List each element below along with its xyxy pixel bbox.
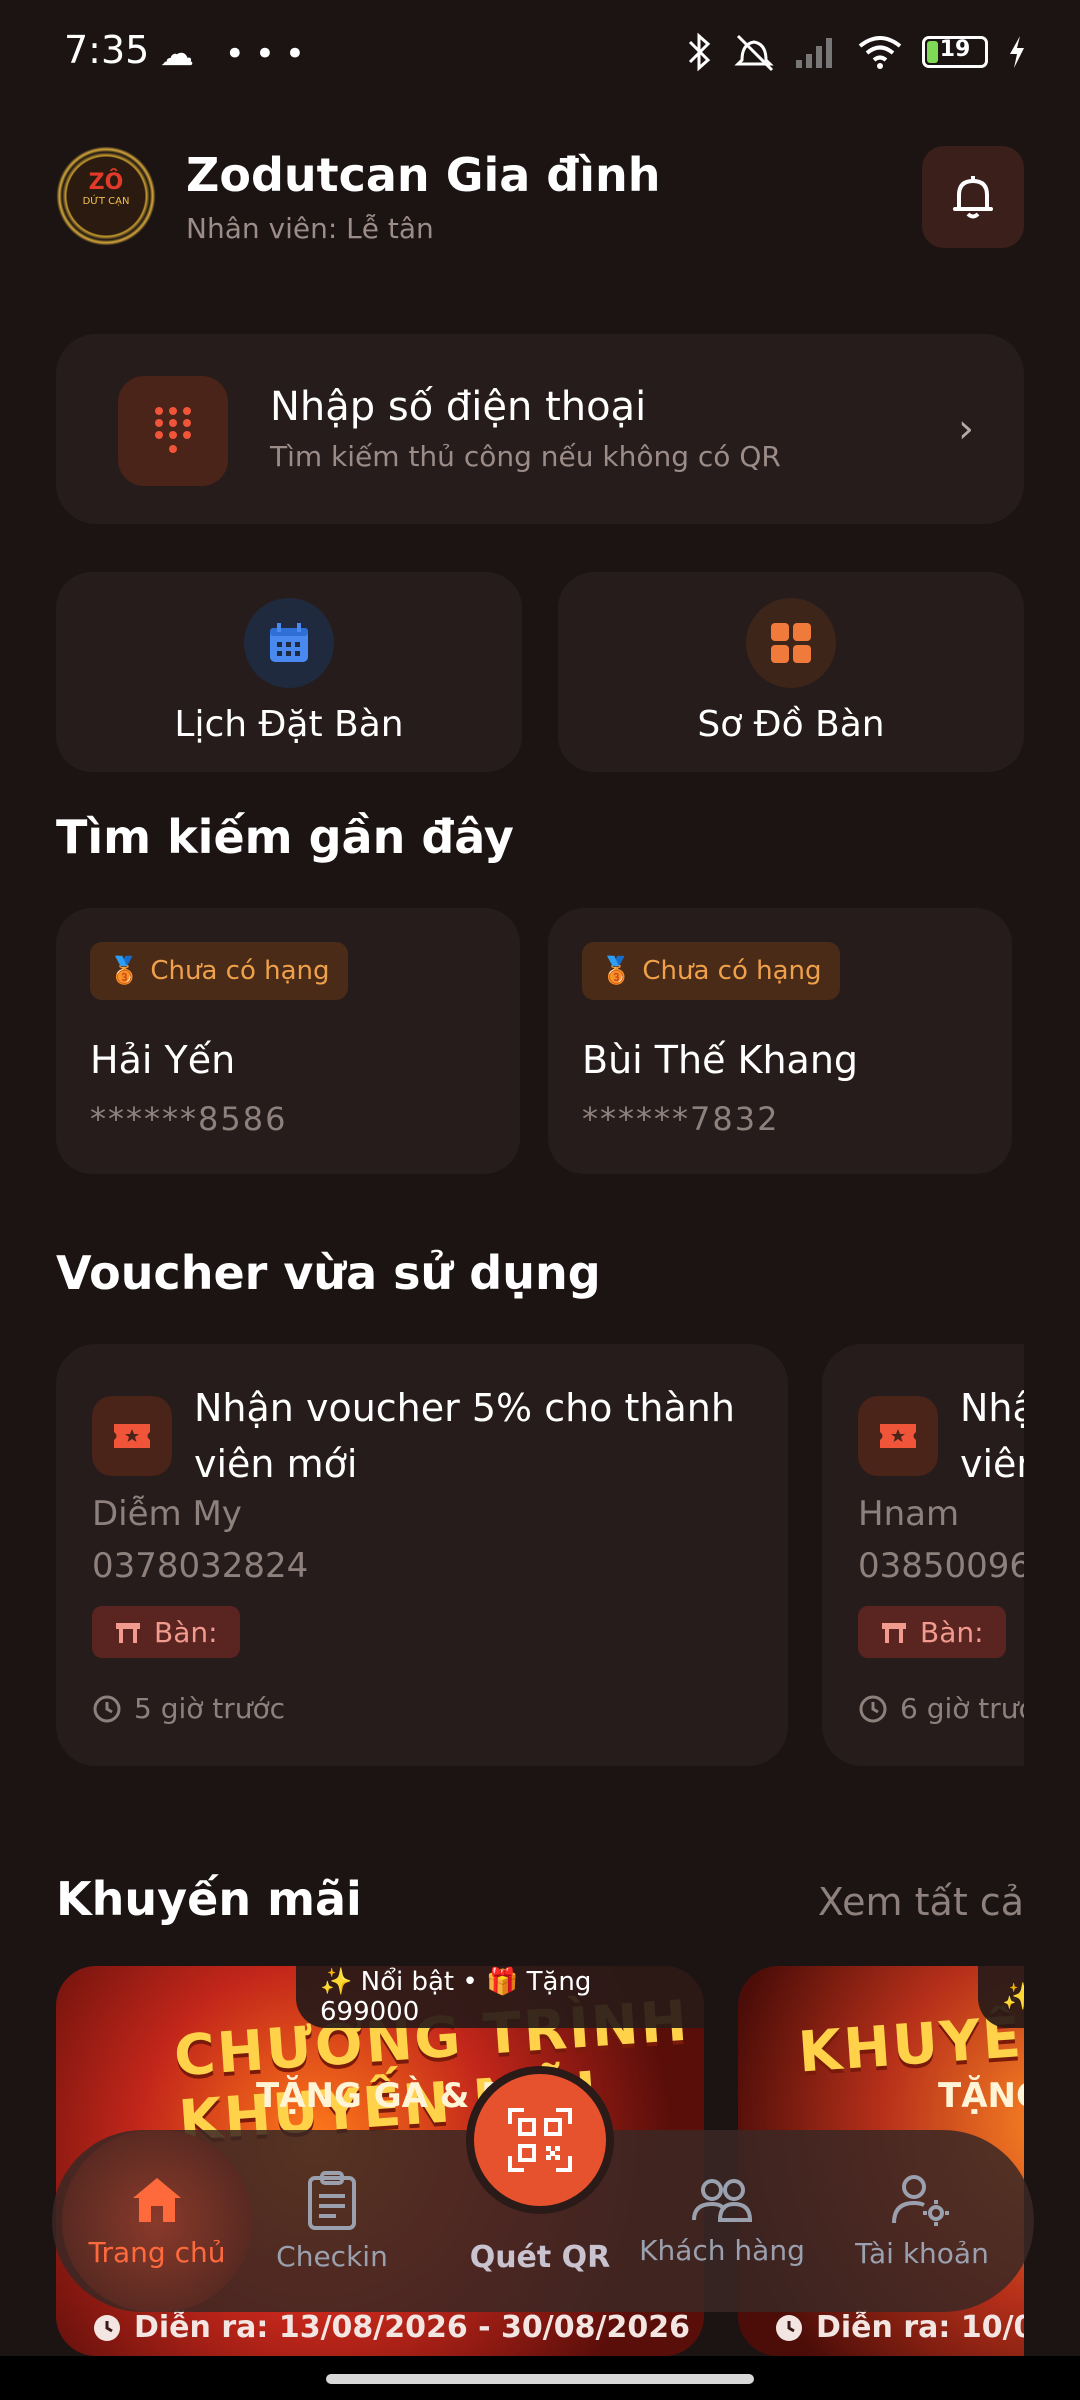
time-label: 6 giờ trước xyxy=(900,1692,1024,1725)
voucher-phone: 0378032824 xyxy=(92,1546,309,1586)
bluetooth-icon xyxy=(688,32,711,72)
app-title: Zodutcan Gia đình xyxy=(186,148,661,202)
status-time: 7:35 xyxy=(64,28,150,72)
users-icon xyxy=(692,2178,753,2222)
voucher-card[interactable]: Nhận voucher 5% cho thành viên mới Diễm … xyxy=(56,1344,788,1766)
calendar-icon xyxy=(244,598,334,688)
voucher-customer: Hnam xyxy=(858,1494,960,1534)
recent-customer-card[interactable]: 🥉 Chưa có hạng Bùi Thế Khang ******7832 xyxy=(548,908,1012,1174)
nav-checkin-label: Checkin xyxy=(276,2239,388,2273)
ticket-icon xyxy=(92,1396,172,1476)
promo-date-label: Diễn ra: 10/08/2026 xyxy=(816,2310,1024,2345)
battery-level: 19 xyxy=(939,37,971,62)
voucher-title: Nhận voucher 5% cho thành viên mới xyxy=(194,1386,735,1486)
customer-phone: ******7832 xyxy=(582,1100,780,1138)
table-icon xyxy=(116,1623,140,1643)
medal-icon: 🥉 xyxy=(600,956,633,986)
voucher-customer: Diễm My xyxy=(92,1494,242,1534)
recent-search-title: Tìm kiếm gần đây xyxy=(56,810,514,864)
table-badge: Bàn: xyxy=(92,1606,240,1658)
clipboard-icon xyxy=(308,2170,356,2230)
rank-badge: 🥉 Chưa có hạng xyxy=(582,942,840,1000)
wifi-icon xyxy=(858,36,902,69)
promo-tag: ✨ Nổi bật • 🎁 Tặng 699000 xyxy=(296,1966,704,2028)
voucher-time: 5 giờ trước xyxy=(92,1692,285,1725)
phone-search-title: Nhập số điện thoại xyxy=(270,384,647,430)
booking-calendar-label: Lịch Đặt Bàn xyxy=(174,704,404,745)
customer-phone: ******8586 xyxy=(90,1100,288,1138)
table-map-label: Sơ Đồ Bàn xyxy=(697,704,885,745)
header: ZÔ DỨT CẠN Zodutcan Gia đình Nhân viên: … xyxy=(56,146,1024,250)
nav-home-label: Trang chủ xyxy=(88,2235,226,2269)
user-settings-icon xyxy=(892,2174,949,2226)
home-icon xyxy=(133,2177,181,2222)
nav-account[interactable]: Tài khoản xyxy=(832,2130,1012,2312)
logo-sub: DỨT CẠN xyxy=(82,196,130,207)
see-all-link[interactable]: Xem tất cả xyxy=(818,1880,1024,1924)
brand-logo: ZÔ DỨT CẠN xyxy=(56,146,156,246)
phone-search-card[interactable]: Nhập số điện thoại Tìm kiếm thủ công nếu… xyxy=(56,334,1024,524)
rank-badge: 🥉 Chưa có hạng xyxy=(90,942,348,1000)
battery-icon: 19 xyxy=(922,36,988,68)
customer-name: Hải Yến xyxy=(90,1038,236,1082)
promo-date-label: Diễn ra: 13/08/2026 - 30/08/2026 xyxy=(134,2310,690,2345)
logo-text: ZÔ xyxy=(88,170,124,195)
dialpad-icon xyxy=(155,407,191,453)
dialpad-icon-box xyxy=(118,376,228,486)
voucher-section-title: Voucher vừa sử dụng xyxy=(56,1246,601,1300)
time-label: 5 giờ trước xyxy=(134,1692,286,1725)
rank-label: Chưa có hạng xyxy=(642,956,822,986)
nav-scan-qr-label: Quét QR xyxy=(469,2240,611,2275)
table-label: Bàn: xyxy=(920,1615,984,1649)
notification-icons: ☁ ••• xyxy=(160,34,315,74)
table-map-button[interactable]: Sơ Đồ Bàn xyxy=(558,572,1024,772)
medal-icon: 🥉 xyxy=(108,956,141,986)
promo-section-title: Khuyến mãi xyxy=(56,1872,362,1926)
notification-button[interactable] xyxy=(922,146,1024,248)
table-label: Bàn: xyxy=(154,1615,218,1649)
voucher-time: 6 giờ trước xyxy=(858,1692,1024,1725)
clock-icon xyxy=(776,2314,802,2341)
voucher-card[interactable]: Nhận voucher 5% cho thành viên mới Hnam … xyxy=(822,1344,1024,1766)
signal-icon xyxy=(796,38,832,68)
phone-search-subtitle: Tìm kiếm thủ công nếu không có QR xyxy=(270,440,781,473)
nav-customers-label: Khách hàng xyxy=(639,2233,805,2267)
rank-label: Chưa có hạng xyxy=(150,956,330,986)
grid-icon xyxy=(746,598,836,688)
voucher-phone: 0385009623 xyxy=(858,1546,1024,1586)
promo-banner-sub: TẶNG xyxy=(938,2076,1024,2116)
clock-icon xyxy=(93,1695,121,1722)
table-icon xyxy=(882,1623,906,1643)
status-right-icons: 19 xyxy=(684,30,1028,74)
bell-icon xyxy=(953,176,993,219)
nav-customers[interactable]: Khách hàng xyxy=(632,2130,812,2312)
voucher-carousel[interactable]: Nhận voucher 5% cho thành viên mới Diễm … xyxy=(56,1344,1024,1768)
staff-role: Nhân viên: Lễ tân xyxy=(186,212,434,245)
charging-icon xyxy=(1010,36,1024,68)
nav-account-label: Tài khoản xyxy=(855,2236,989,2270)
mute-icon xyxy=(734,34,774,72)
qr-icon xyxy=(508,2108,572,2172)
booking-calendar-button[interactable]: Lịch Đặt Bàn xyxy=(56,572,522,772)
customer-name: Bùi Thế Khang xyxy=(582,1038,859,1082)
clock-icon xyxy=(859,1695,887,1722)
scan-qr-button[interactable] xyxy=(466,2066,614,2214)
recent-customer-card[interactable]: 🥉 Chưa có hạng Hải Yến ******8586 xyxy=(56,908,520,1174)
promo-date: Diễn ra: 10/08/2026 xyxy=(774,2310,1024,2345)
nav-checkin[interactable]: Checkin xyxy=(252,2130,412,2312)
table-badge: Bàn: xyxy=(858,1606,1006,1658)
home-indicator[interactable] xyxy=(326,2374,754,2384)
nav-home[interactable]: Trang chủ xyxy=(62,2130,252,2312)
voucher-title: Nhận voucher 5% cho thành viên mới xyxy=(960,1386,1024,1486)
ticket-icon xyxy=(858,1396,938,1476)
chevron-right-icon: › xyxy=(958,406,974,452)
promo-date: Diễn ra: 13/08/2026 - 30/08/2026 xyxy=(92,2310,690,2345)
clock-icon xyxy=(94,2314,120,2341)
status-bar: 7:35 ☁ ••• 19 xyxy=(0,0,1080,110)
